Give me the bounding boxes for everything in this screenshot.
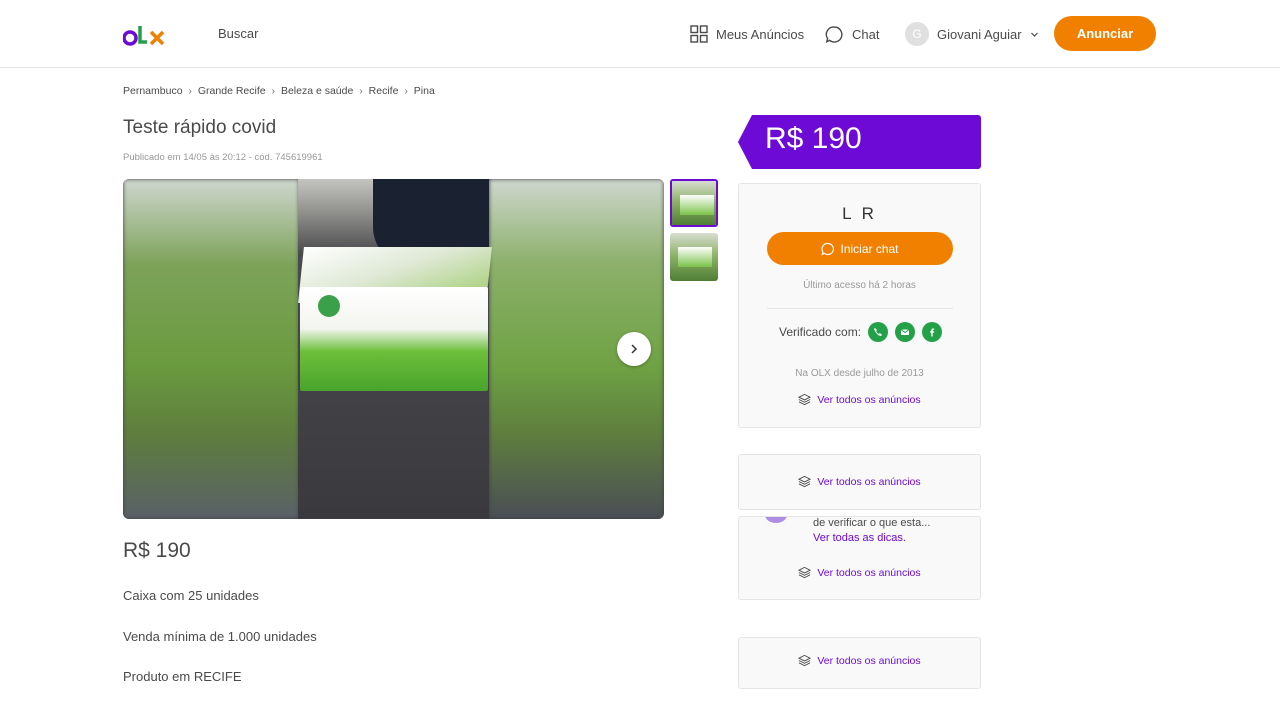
seller-card: L R Iniciar chat Último acesso há 2 hora… [738,183,981,428]
user-menu[interactable]: G Giovani Aguiar [905,22,1039,46]
see-all-ads-link[interactable]: Ver todos os anúncios [739,393,980,406]
chevron-right-icon: › [404,85,408,97]
published-info: Publicado em 14/05 às 20:12 - cód. 74561… [123,152,323,163]
last-access: Último acesso há 2 horas [803,280,916,291]
facebook-icon [922,322,943,342]
avatar: G [905,22,929,46]
chevron-right-icon: › [271,85,275,97]
see-all-ads-label: Ver todos os anúncios [817,475,921,488]
email-icon [895,322,916,342]
gallery-next-button[interactable] [617,332,651,366]
ad-price: R$ 190 [123,539,191,562]
see-all-ads-label: Ver todos os anúncios [817,654,921,667]
price-tag-value: R$ 190 [765,122,862,155]
layers-icon [798,654,812,667]
photo-box-front [300,287,488,391]
layers-icon [798,475,812,488]
thumbnail-box [680,195,714,215]
tip-illustration [765,517,787,523]
ad-title: Teste rápido covid [123,117,277,138]
description-line: Venda mínima de 1.000 unidades [123,629,317,644]
verified-row: Verificado com: [779,322,943,342]
verified-label: Verificado com: [779,325,862,339]
chevron-down-icon [1030,32,1038,37]
chat-label: Chat [852,26,880,42]
info-card: Ver todos os anúncios [738,637,981,689]
breadcrumb-item[interactable]: Grande Recife [198,85,266,97]
see-all-ads-link[interactable]: Ver todos os anúncios [739,566,980,579]
gallery-thumbnail[interactable] [670,179,718,227]
breadcrumb-item[interactable]: Pina [414,85,435,97]
layers-icon [798,393,812,406]
breadcrumb: Pernambuco › Grande Recife › Beleza e sa… [123,85,435,97]
chevron-right-icon: › [188,85,192,97]
tip-text: de verificar o que esta... [813,517,931,529]
thumbnail-box [678,247,712,267]
seller-name: L R [842,204,877,223]
breadcrumb-item[interactable]: Pernambuco [123,85,183,97]
gallery-thumbnail[interactable] [670,233,718,281]
tips-link[interactable]: Ver todas as dicas. [813,532,906,544]
start-chat-button[interactable]: Iniciar chat [767,232,953,265]
olx-logo[interactable] [123,22,167,48]
photo-box-logo [318,295,340,317]
breadcrumb-item[interactable]: Beleza e saúde [281,85,353,97]
my-ads-link[interactable]: Meus Anúncios [690,22,804,46]
chat-link[interactable]: Chat [825,22,879,46]
chat-bubble-icon [825,25,843,43]
layers-icon [798,566,812,579]
post-ad-button[interactable]: Anunciar [1054,16,1156,51]
grid-icon [690,25,708,43]
phone-icon [868,322,889,342]
safety-tips-card: de verificar o que esta... Ver todas as … [738,516,981,600]
see-all-ads-link[interactable]: Ver todos os anúncios [739,475,980,488]
chat-bubble-icon [821,242,835,256]
see-all-ads-link[interactable]: Ver todos os anúncios [739,654,980,667]
description-line: Caixa com 25 unidades [123,588,259,603]
start-chat-label: Iniciar chat [840,241,899,256]
chevron-right-icon [631,344,638,354]
user-name: Giovani Aguiar [937,26,1022,42]
breadcrumb-item[interactable]: Recife [369,85,399,97]
image-gallery[interactable] [123,179,664,519]
product-photo [298,179,492,519]
see-all-ads-label: Ver todos os anúncios [817,393,921,406]
my-ads-label: Meus Anúncios [716,26,805,42]
search-link[interactable]: Buscar [218,26,258,41]
info-card: Ver todos os anúncios [738,454,981,510]
member-since: Na OLX desde julho de 2013 [795,368,924,379]
see-all-ads-label: Ver todos os anúncios [817,566,921,579]
description-line: Produto em RECIFE [123,669,242,684]
divider [767,308,953,309]
chevron-right-icon: › [359,85,363,97]
gallery-blur-left [123,179,299,519]
top-header: Buscar Meus Anúncios Chat G Giovani Agui… [0,0,1280,68]
